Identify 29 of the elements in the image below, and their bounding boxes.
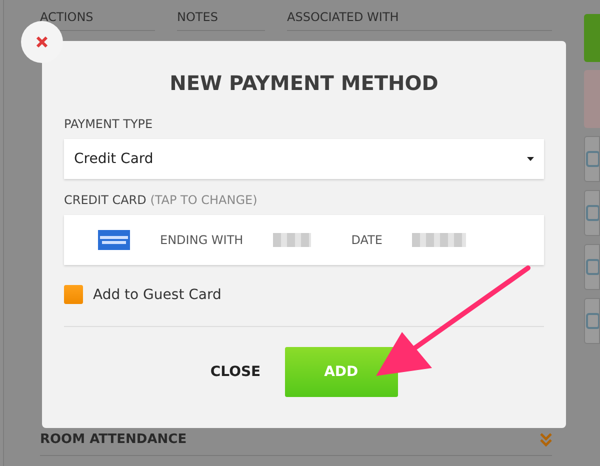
field-label: PAYMENT TYPE bbox=[64, 117, 154, 131]
date-label: DATE bbox=[351, 233, 382, 247]
tool-icon bbox=[585, 150, 599, 168]
dialog-title: NEW PAYMENT METHOD bbox=[168, 71, 440, 95]
close-icon bbox=[36, 36, 48, 48]
masked-value bbox=[273, 233, 312, 247]
tool-icon bbox=[585, 204, 599, 222]
double-chevron-icon[interactable] bbox=[540, 432, 552, 446]
sidebar-tile[interactable] bbox=[584, 70, 600, 128]
tool-icon bbox=[585, 312, 599, 330]
sidebar-tile[interactable] bbox=[584, 136, 600, 182]
ending-label: ENDING WITH bbox=[160, 233, 244, 247]
sidebar-tile[interactable] bbox=[584, 190, 600, 236]
masked-value bbox=[412, 233, 466, 247]
section-title: ROOM ATTENDANCE bbox=[40, 432, 187, 447]
sidebar-tile[interactable] bbox=[584, 244, 600, 290]
sidebar-tile[interactable] bbox=[584, 14, 600, 62]
checkbox[interactable] bbox=[64, 285, 83, 304]
column-header: ASSOCIATED WITH bbox=[287, 10, 552, 31]
caret-icon bbox=[527, 157, 534, 161]
checkbox-label: Add to Guest Card bbox=[93, 286, 222, 302]
sidebar-tile[interactable] bbox=[584, 298, 600, 344]
column-header: NOTES bbox=[177, 10, 265, 31]
card-logo-icon bbox=[98, 230, 130, 250]
payment-type-select[interactable]: Credit Card bbox=[64, 139, 544, 179]
close-button[interactable]: CLOSE bbox=[210, 347, 261, 397]
tool-icon bbox=[585, 258, 599, 276]
field-label: CREDIT CARD (TAP TO CHANGE) bbox=[64, 193, 258, 207]
credit-card-row[interactable]: ENDING WITH DATE bbox=[64, 215, 544, 265]
